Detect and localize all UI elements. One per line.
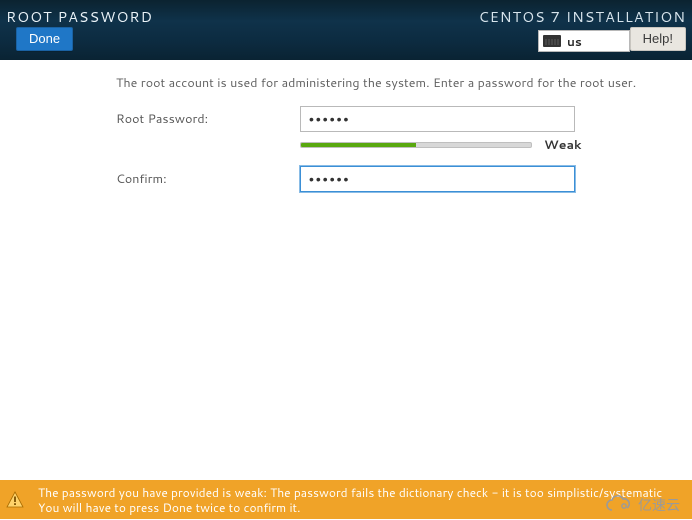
confirm-row: Confirm: xyxy=(0,166,692,192)
password-row: Root Password: xyxy=(0,106,692,132)
keyboard-layout-label: us xyxy=(567,33,582,50)
confirm-label: Confirm: xyxy=(0,170,300,188)
watermark: 亿速云 xyxy=(604,495,680,515)
main-content: The root account is used for administeri… xyxy=(0,60,692,192)
warning-icon xyxy=(6,491,24,509)
password-label: Root Password: xyxy=(0,110,300,128)
cloud-icon xyxy=(604,495,634,515)
page-title: ROOT PASSWORD xyxy=(6,6,153,27)
description-text: The root account is used for administeri… xyxy=(116,74,692,92)
root-password-input[interactable] xyxy=(300,106,575,132)
password-strength-fill xyxy=(301,143,416,147)
keyboard-icon xyxy=(543,35,561,47)
done-button[interactable]: Done xyxy=(16,27,73,51)
password-strength-label: Weak xyxy=(544,136,582,154)
header-bar: ROOT PASSWORD CENTOS 7 INSTALLATION Done… xyxy=(0,0,692,60)
password-strength-row: Weak xyxy=(300,136,692,154)
warning-bar: The password you have provided is weak: … xyxy=(0,480,692,519)
watermark-text: 亿速云 xyxy=(638,495,680,515)
warning-text: The password you have provided is weak: … xyxy=(38,485,680,515)
installer-title: CENTOS 7 INSTALLATION xyxy=(478,6,686,27)
keyboard-layout-indicator[interactable]: us xyxy=(538,30,630,52)
password-strength-meter xyxy=(300,142,532,148)
confirm-password-input[interactable] xyxy=(300,166,575,192)
help-button[interactable]: Help! xyxy=(630,27,686,51)
